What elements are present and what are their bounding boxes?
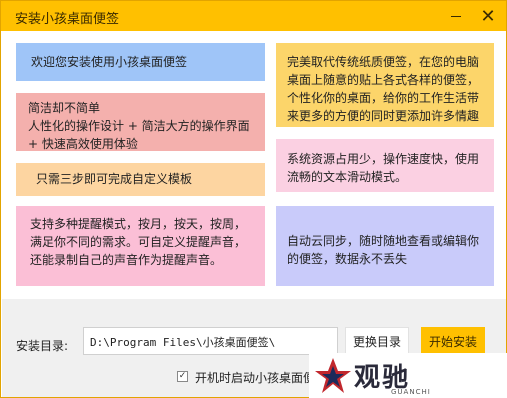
- note-reminder: 支持多种提醒模式，按月，按天，按周，满足你不同的需求。可自定义提醒声音，还能录制…: [16, 206, 265, 286]
- installer-window: 安装小孩桌面便签 ✕ 欢迎您安装使用小孩桌面便签 简洁却不简单 人性化的操作设计…: [0, 0, 507, 398]
- minimize-icon: [451, 15, 461, 17]
- close-button[interactable]: ✕: [473, 1, 503, 31]
- change-dir-button[interactable]: 更换目录: [345, 327, 409, 355]
- title-bar[interactable]: 安装小孩桌面便签 ✕: [1, 1, 506, 31]
- watermark-logo-icon: [315, 358, 351, 393]
- note-replace-paper: 完美取代传统纸质便签，在您的电脑桌面上随意的贴上各式各样的便签，个性化你的桌面，…: [276, 43, 494, 127]
- note-simple: 简洁却不简单 人性化的操作设计 + 简洁大方的操作界面 + 快速高效使用体验: [16, 93, 265, 151]
- watermark: 观驰 GUANCHI: [309, 353, 507, 398]
- autostart-label[interactable]: 开机时启动小孩桌面便签: [195, 369, 327, 386]
- autostart-checkbox[interactable]: ✓: [177, 371, 188, 382]
- note-welcome: 欢迎您安装使用小孩桌面便签: [16, 43, 265, 81]
- install-dir-label: 安装目录:: [16, 339, 69, 353]
- start-install-button[interactable]: 开始安装: [421, 327, 485, 355]
- install-dir-field[interactable]: D:\Program Files\小孩桌面便签\: [83, 327, 338, 355]
- note-resources: 系统资源占用少，操作速度快，使用流畅的文本滑动模式。: [276, 139, 494, 192]
- minimize-button[interactable]: [441, 1, 471, 31]
- window-title: 安装小孩桌面便签: [15, 12, 120, 27]
- note-cloud-sync: 自动云同步，随时随地查看或编辑你的便签，数据永不丢失: [276, 206, 494, 286]
- note-template: 只需三步即可完成自定义模板: [16, 163, 265, 196]
- watermark-subtext: GUANCHI: [391, 388, 431, 396]
